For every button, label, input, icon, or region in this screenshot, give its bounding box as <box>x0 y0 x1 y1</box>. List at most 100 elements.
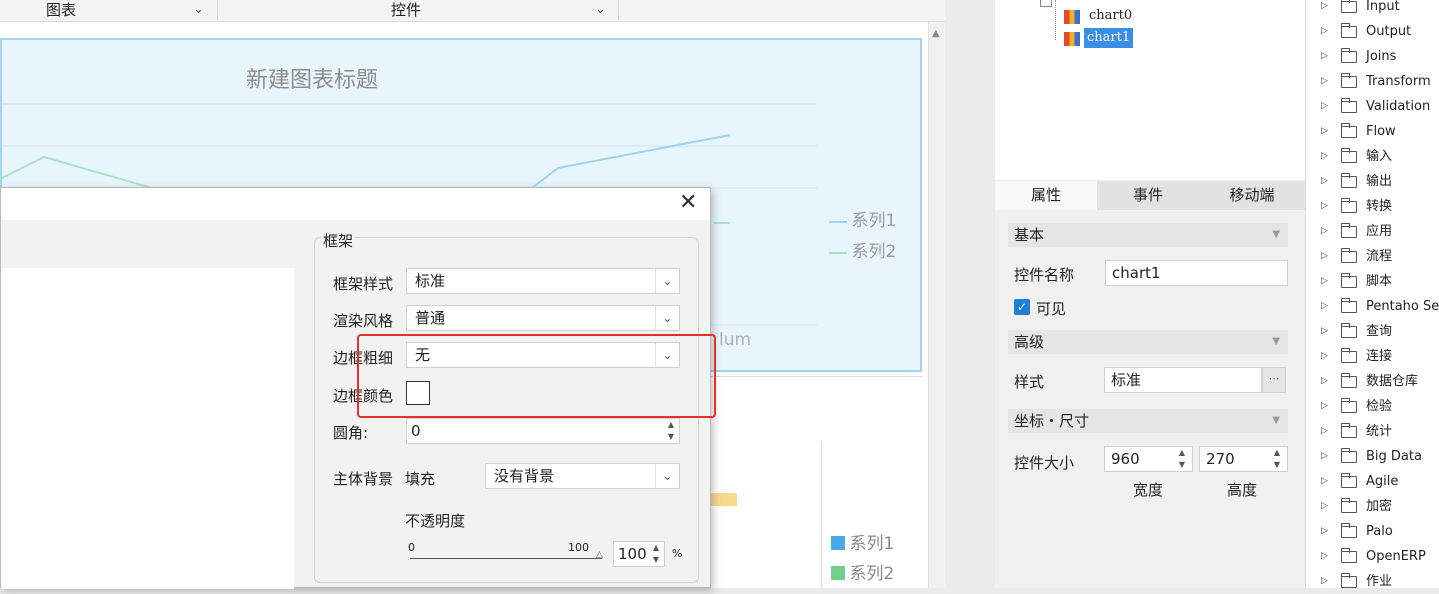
frame-style-select[interactable]: 标准 ⌄ <box>406 268 680 294</box>
expand-triangle-icon[interactable]: ▷ <box>1321 269 1328 294</box>
folder-item[interactable]: ▷ Transform <box>1306 69 1439 94</box>
style-label: 样式 <box>1014 373 1045 391</box>
expand-triangle-icon[interactable]: ▷ <box>1321 194 1328 219</box>
tab-mobile[interactable]: 移动端 <box>1199 181 1305 210</box>
tab-events[interactable]: 事件 <box>1097 181 1199 210</box>
expand-triangle-icon[interactable]: ▷ <box>1321 0 1328 19</box>
visible-checkbox[interactable]: ✓ <box>1014 299 1030 315</box>
control-menu[interactable]: 控件 <box>391 0 421 22</box>
folder-item[interactable]: ▷ Joins <box>1306 44 1439 69</box>
folder-label: Validation <box>1366 99 1431 114</box>
folder-icon <box>1341 423 1357 438</box>
folder-item[interactable]: ▷ 应用 <box>1306 219 1439 244</box>
name-field[interactable]: chart1 <box>1105 260 1288 286</box>
folder-item[interactable]: ▷ 流程 <box>1306 244 1439 269</box>
tab-properties[interactable]: 属性 <box>995 181 1097 210</box>
folder-item[interactable]: ▷ 加密 <box>1306 494 1439 519</box>
folder-icon <box>1341 523 1357 538</box>
folder-item[interactable]: ▷ Big Data <box>1306 444 1439 469</box>
fill-label: 填充 <box>405 470 436 488</box>
chevron-down-icon[interactable]: ⌄ <box>655 269 679 293</box>
size-label: 控件大小 <box>1014 454 1075 472</box>
folder-item[interactable]: ▷ Flow <box>1306 119 1439 144</box>
expand-triangle-icon[interactable]: ▷ <box>1321 219 1328 244</box>
expand-triangle-icon[interactable]: ▷ <box>1321 369 1328 394</box>
folder-item[interactable]: ▷ 脚本 <box>1306 269 1439 294</box>
section-advanced[interactable]: 高级 ▼ <box>1008 330 1288 354</box>
expand-triangle-icon[interactable]: ▷ <box>1321 444 1328 469</box>
folder-item[interactable]: ▷ 检验 <box>1306 394 1439 419</box>
expand-triangle-icon[interactable]: ▷ <box>1321 569 1328 594</box>
section-basic[interactable]: 基本 ▼ <box>1008 223 1288 247</box>
more-icon[interactable]: ⋯ <box>1262 367 1286 393</box>
spin-down-icon[interactable]: ▼ <box>648 554 664 566</box>
chevron-down-icon[interactable]: ⌄ <box>595 0 606 22</box>
expand-triangle-icon[interactable]: ▷ <box>1321 144 1328 169</box>
chart-menu[interactable]: 图表 <box>46 0 76 22</box>
spin-up-icon[interactable]: ▲ <box>648 542 664 554</box>
canvas-scrollbar[interactable]: ▲ <box>928 22 945 588</box>
opacity-slider-track[interactable] <box>410 558 602 559</box>
expand-triangle-icon[interactable]: ▷ <box>1321 419 1328 444</box>
render-style-select[interactable]: 普通 ⌄ <box>406 305 680 331</box>
folder-item[interactable]: ▷ Pentaho Serv <box>1306 294 1439 319</box>
expand-triangle-icon[interactable]: ▷ <box>1321 519 1328 544</box>
opacity-label: 不透明度 <box>405 512 466 530</box>
expand-triangle-icon[interactable]: ▷ <box>1321 119 1328 144</box>
folder-item[interactable]: ▷ Agile <box>1306 469 1439 494</box>
expand-triangle-icon[interactable]: ▷ <box>1321 469 1328 494</box>
folder-item[interactable]: ▷ 作业 <box>1306 569 1439 594</box>
expand-triangle-icon[interactable]: ▷ <box>1321 394 1328 419</box>
expand-triangle-icon[interactable]: ▷ <box>1321 294 1328 319</box>
expand-triangle-icon[interactable]: ▷ <box>1321 244 1328 269</box>
folder-icon <box>1341 448 1357 463</box>
folder-item[interactable]: ▷ 数据仓库 <box>1306 369 1439 394</box>
width-spinbox[interactable]: 960 ▲ ▼ <box>1104 446 1193 472</box>
expand-triangle-icon[interactable]: ▷ <box>1321 94 1328 119</box>
opacity-slider-handle[interactable]: △ <box>596 550 603 560</box>
folder-item[interactable]: ▷ Input <box>1306 0 1439 19</box>
opacity-spinbox[interactable]: 100 ▲ ▼ <box>613 541 665 567</box>
folder-label: Output <box>1366 24 1412 39</box>
expand-triangle-icon[interactable]: ▷ <box>1321 19 1328 44</box>
legend-item: 系列1 <box>831 529 894 554</box>
expand-triangle-icon[interactable]: ▷ <box>1321 319 1328 344</box>
spin-down-icon[interactable]: ▼ <box>1174 459 1190 471</box>
step-folder-tree: ▷ Input ▷ Output ▷ Joins ▷ Transform ▷ Validation… <box>1305 0 1439 589</box>
folder-label: Palo <box>1366 524 1393 539</box>
folder-label: 输出 <box>1366 174 1393 189</box>
scroll-up-icon[interactable]: ▲ <box>932 28 940 39</box>
expand-triangle-icon[interactable]: ▷ <box>1321 44 1328 69</box>
chart-icon <box>1064 10 1080 24</box>
radius-spinbox[interactable]: 0 ▲ ▼ <box>406 418 680 444</box>
spin-up-icon[interactable]: ▲ <box>1269 447 1285 459</box>
folder-item[interactable]: ▷ 统计 <box>1306 419 1439 444</box>
chevron-down-icon[interactable]: ⌄ <box>655 306 679 330</box>
tree-collapse-box[interactable] <box>1040 0 1052 7</box>
height-spinbox[interactable]: 270 ▲ ▼ <box>1199 446 1288 472</box>
folder-item[interactable]: ▷ 转换 <box>1306 194 1439 219</box>
folder-item[interactable]: ▷ 查询 <box>1306 319 1439 344</box>
spin-up-icon[interactable]: ▲ <box>1174 447 1190 459</box>
section-coords[interactable]: 坐标・尺寸 ▼ <box>1008 409 1288 433</box>
expand-triangle-icon[interactable]: ▷ <box>1321 494 1328 519</box>
spin-up-icon[interactable]: ▲ <box>663 419 679 431</box>
folder-item[interactable]: ▷ Output <box>1306 19 1439 44</box>
folder-item[interactable]: ▷ 输出 <box>1306 169 1439 194</box>
folder-item[interactable]: ▷ 连接 <box>1306 344 1439 369</box>
background-select[interactable]: 没有背景 ⌄ <box>485 463 680 489</box>
folder-item[interactable]: ▷ 输入 <box>1306 144 1439 169</box>
expand-triangle-icon[interactable]: ▷ <box>1321 69 1328 94</box>
folder-item[interactable]: ▷ OpenERP <box>1306 544 1439 569</box>
close-icon[interactable]: ✕ <box>679 190 697 215</box>
chevron-down-icon[interactable]: ⌄ <box>193 0 204 22</box>
spin-down-icon[interactable]: ▼ <box>663 431 679 443</box>
expand-triangle-icon[interactable]: ▷ <box>1321 544 1328 569</box>
folder-item[interactable]: ▷ Validation <box>1306 94 1439 119</box>
chevron-down-icon[interactable]: ⌄ <box>655 464 679 488</box>
style-field[interactable]: 标准 <box>1104 367 1262 393</box>
expand-triangle-icon[interactable]: ▷ <box>1321 169 1328 194</box>
expand-triangle-icon[interactable]: ▷ <box>1321 344 1328 369</box>
folder-item[interactable]: ▷ Palo <box>1306 519 1439 544</box>
spin-down-icon[interactable]: ▼ <box>1269 459 1285 471</box>
